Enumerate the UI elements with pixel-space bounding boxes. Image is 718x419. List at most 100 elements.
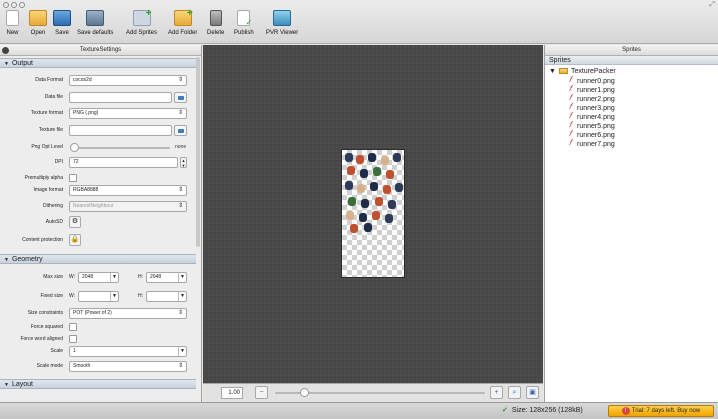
max-width-combo[interactable]: 2048 ▼ [78,272,119,283]
sprites-tree-header: Sprites [545,56,718,65]
output-section-header[interactable]: ▼ Output [0,58,196,68]
force-word-aligned-checkbox[interactable] [69,335,77,343]
fixed-w-key-text: W: [69,293,76,299]
lock-icon[interactable]: 🔒 [69,234,81,246]
dithering-row: Dithering NearestNeighbour [0,201,196,213]
sprite-thumb [350,224,358,233]
zoom-out-icon[interactable]: − [255,386,268,399]
open-folder-icon [29,10,47,26]
sprites-panel-title: Sprites [545,45,718,56]
new-label: New [6,30,19,36]
sprite-thumb [386,170,394,179]
zoom-slider-knob[interactable] [300,388,310,397]
delete-button[interactable]: Delete [207,10,224,36]
add-sprites-button[interactable]: Add Sprites [126,8,158,36]
texture-settings-title: TextureSettings [0,45,201,56]
pvr-viewer-button[interactable]: PVR Viewer [266,10,298,36]
texture-format-select[interactable]: PNG (.png) [69,108,187,119]
data-file-input[interactable] [69,92,172,103]
max-size-row: Max size W: 2048 ▼ H: 2048 ▼ [0,272,196,284]
sprite-list-item[interactable]: runner0.png [569,75,615,85]
texture-file-browse-icon[interactable] [174,125,187,136]
geometry-section-header[interactable]: ▼ Geometry [0,254,196,264]
size-constraints-select[interactable]: POT (Power of 2) [69,308,187,319]
texture-format-row: Texture format PNG (.png) [0,108,196,120]
fullscreen-icon[interactable]: ⤢ [709,1,715,9]
chevron-down-icon[interactable]: ▼ [178,273,186,282]
sprite-list-item[interactable]: runner6.png [569,129,615,139]
sprite-name: runner1.png [577,87,615,94]
max-height-combo[interactable]: 2048 ▼ [146,272,187,283]
trial-text: Trial: 7 days left. Buy now [631,408,701,414]
chevron-down-icon[interactable]: ▼ [110,292,118,301]
scale-mode-value: Smooth [73,363,91,369]
new-button[interactable]: New [6,10,19,36]
tree-folder-texturepacker[interactable]: ▼ TexturePacker [549,68,616,75]
autosd-gear-icon[interactable]: ⚙ [69,216,81,228]
add-sprites-label: Add Sprites [126,30,158,36]
png-opt-slider-track[interactable] [72,147,170,149]
data-file-browse-icon[interactable] [174,92,187,103]
window-zoom-button[interactable] [19,2,25,8]
texture-file-input[interactable] [69,125,172,136]
publish-button[interactable]: Publish [234,10,254,36]
png-opt-slider-knob[interactable] [70,143,79,152]
layout-section-header[interactable]: ▼ Layout [0,379,196,389]
sprite-thumb [368,153,376,162]
texture-format-value: PNG (.png) [73,110,99,116]
autosd-label: AutoSD [45,219,63,225]
sprite-list-item[interactable]: runner4.png [569,111,615,121]
dithering-select[interactable]: NearestNeighbour [69,201,187,212]
layout-header-text: Layout [11,381,33,388]
data-format-select[interactable]: cocos2d [69,75,187,86]
folder-label: TexturePacker [570,68,616,75]
scale-value: 1 [73,348,76,354]
image-format-select[interactable]: RGBA8888 [69,185,187,196]
sprite-thumb [357,184,365,193]
trial-buy-button[interactable]: ! Trial: 7 days left. Buy now [608,405,714,417]
sprite-thumb [356,155,364,164]
panel-menu-icon[interactable] [2,47,9,54]
sprite-file-icon [569,138,574,148]
sprite-file-icon [569,93,574,103]
fixed-width-combo[interactable]: ▼ [78,291,119,302]
scale-combo[interactable]: 1 ▼ [69,346,187,357]
open-button[interactable]: Open [29,10,47,36]
dpi-stepper[interactable]: ▲ ▼ [180,157,187,168]
dpi-input[interactable]: 72 [69,157,178,168]
sprite-list-item[interactable]: runner7.png [569,138,615,148]
zoom-input[interactable]: 1.00 [221,387,243,399]
sprite-list-item[interactable]: runner3.png [569,102,615,112]
chevron-down-icon[interactable]: ▼ [178,292,186,301]
save-button[interactable]: Save [53,10,71,36]
sprite-thumb [361,199,369,208]
window-close-button[interactable] [3,2,9,8]
scale-mode-select[interactable]: Smooth [69,361,187,372]
window-minimize-button[interactable] [11,2,17,8]
force-squared-checkbox[interactable] [69,323,77,331]
sprite-name: runner6.png [577,132,615,139]
add-folder-button[interactable]: Add Folder [168,8,197,36]
zoom-actual-icon[interactable]: ▣ [526,386,539,399]
folder-icon [558,68,568,74]
sprite-thumb [383,185,391,194]
sprite-list-item[interactable]: runner1.png [569,84,615,94]
sprite-list-item[interactable]: runner2.png [569,93,615,103]
save-defaults-button[interactable]: Save defaults [77,10,113,36]
zoom-in-icon[interactable]: + [490,386,503,399]
zoom-fit-icon[interactable]: ⌕ [508,386,521,399]
geometry-header-text: Geometry [11,256,43,263]
settings-scrollbar[interactable] [196,57,200,247]
premultiply-checkbox[interactable] [69,174,77,182]
chevron-down-icon[interactable]: ▼ [178,347,186,356]
force-squared-label: Force squared [30,324,63,330]
fixed-height-combo[interactable]: ▼ [146,291,187,302]
png-opt-row: Png Opt Level none [0,142,196,154]
disclosure-triangle-icon[interactable]: ▼ [549,68,556,75]
premultiply-row: Premultiply alpha [0,173,196,185]
chevron-down-icon[interactable]: ▼ [110,273,118,282]
sprite-sheet-canvas[interactable] [203,45,543,383]
sprite-name: runner2.png [577,96,615,103]
premultiply-label: Premultiply alpha [24,175,63,181]
sprite-list-item[interactable]: runner5.png [569,120,615,130]
